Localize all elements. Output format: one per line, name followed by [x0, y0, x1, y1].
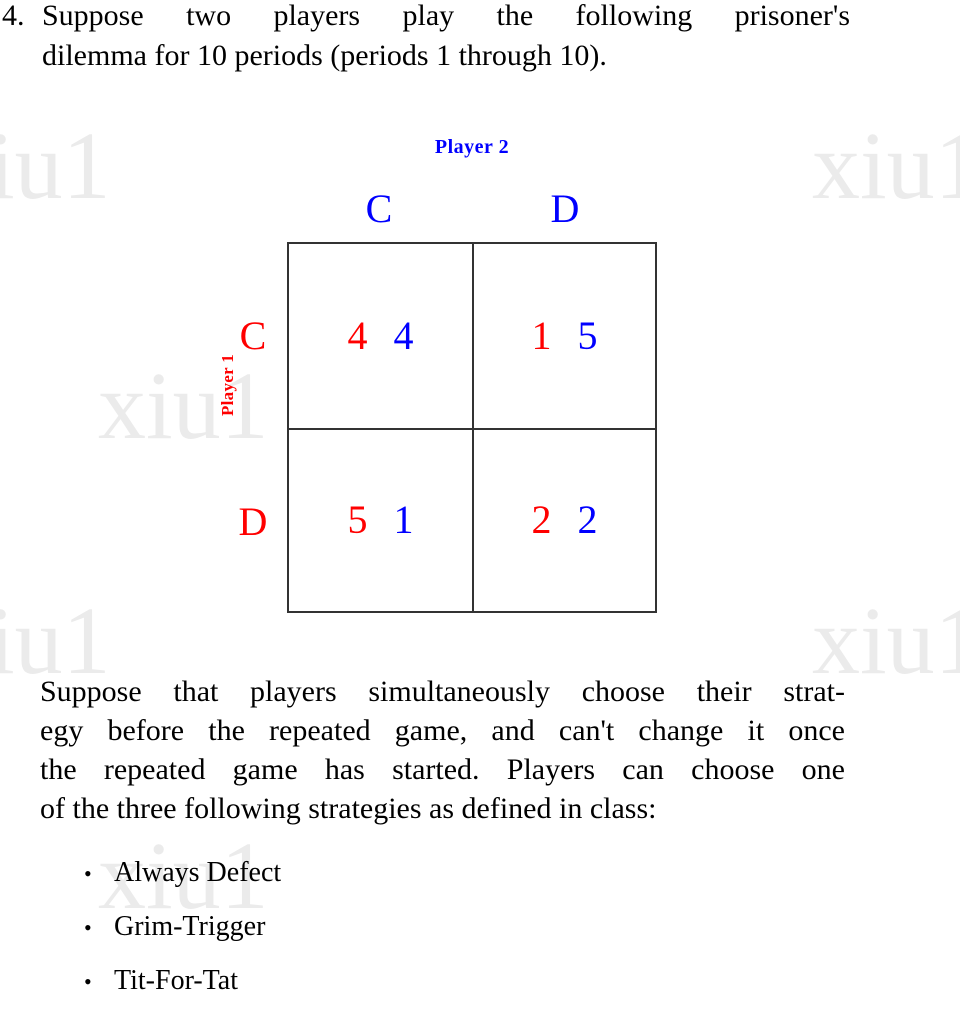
payoff-pair: 4 4 — [347, 312, 414, 358]
bullet-icon: • — [84, 915, 92, 940]
list-item: • Grim-Trigger — [78, 909, 678, 963]
matrix-cell-cc: 4 4 — [289, 244, 472, 428]
payoff-player2-value: 1 — [393, 497, 414, 543]
matrix-cell-cd: 1 5 — [472, 244, 655, 428]
list-item: • Always Defect — [78, 855, 678, 909]
body-line-4: of the three following strategies as def… — [40, 792, 657, 825]
payoff-matrix-figure: Player 2 Player 1 C D C D 4 4 1 5 5 1 2 … — [0, 130, 960, 630]
body-line-3: the repeated game has started. Players c… — [40, 753, 845, 786]
payoff-player2-value: 2 — [577, 497, 598, 543]
matrix-cell-dd: 2 2 — [472, 427, 655, 611]
payoff-pair: 5 1 — [348, 498, 414, 542]
strategy-label: Grim-Trigger — [114, 911, 266, 942]
problem-text-line-1: Suppose two players play the following p… — [42, 0, 850, 32]
bullet-icon: • — [84, 861, 92, 886]
problem-text: Suppose two players play the following p… — [42, 0, 850, 76]
body-line-2: egy before the repeated game, and can't … — [40, 714, 845, 747]
payoff-pair: 2 2 — [532, 498, 598, 542]
problem-statement: 4. Suppose two players play the followin… — [0, 0, 850, 76]
payoff-matrix-grid: 4 4 1 5 5 1 2 2 — [287, 242, 657, 613]
body-paragraph: Suppose that players simultaneously choo… — [40, 672, 845, 828]
payoff-player2-value: 4 — [393, 312, 414, 358]
strategy-label: Always Defect — [114, 857, 282, 888]
strategy-label: Tit-For-Tat — [114, 965, 239, 996]
row-header-d: D — [238, 499, 268, 544]
row-header-c: C — [239, 313, 267, 358]
problem-text-line-2: dilemma for 10 periods (periods 1 throug… — [42, 39, 607, 72]
body-line-1: Suppose that players simultaneously choo… — [40, 675, 845, 708]
column-header-c: C — [365, 186, 393, 231]
payoff-player1-value: 5 — [347, 497, 368, 543]
column-header-d: D — [550, 186, 580, 231]
player-2-axis-label: Player 2 — [434, 136, 510, 158]
payoff-player1-value: 2 — [531, 497, 552, 543]
strategy-list: • Always Defect • Grim-Trigger • Tit-For… — [78, 855, 678, 1017]
problem-number: 4. — [2, 0, 25, 32]
payoff-player2-value: 5 — [577, 312, 598, 358]
payoff-player1-value: 1 — [531, 312, 552, 358]
list-item: • Tit-For-Tat — [78, 963, 678, 1017]
payoff-pair: 1 5 — [531, 312, 598, 358]
bullet-icon: • — [84, 969, 92, 994]
document-content: 4. Suppose two players play the followin… — [0, 0, 960, 1024]
matrix-cell-dc: 5 1 — [289, 427, 472, 612]
payoff-player1-value: 4 — [347, 312, 368, 358]
